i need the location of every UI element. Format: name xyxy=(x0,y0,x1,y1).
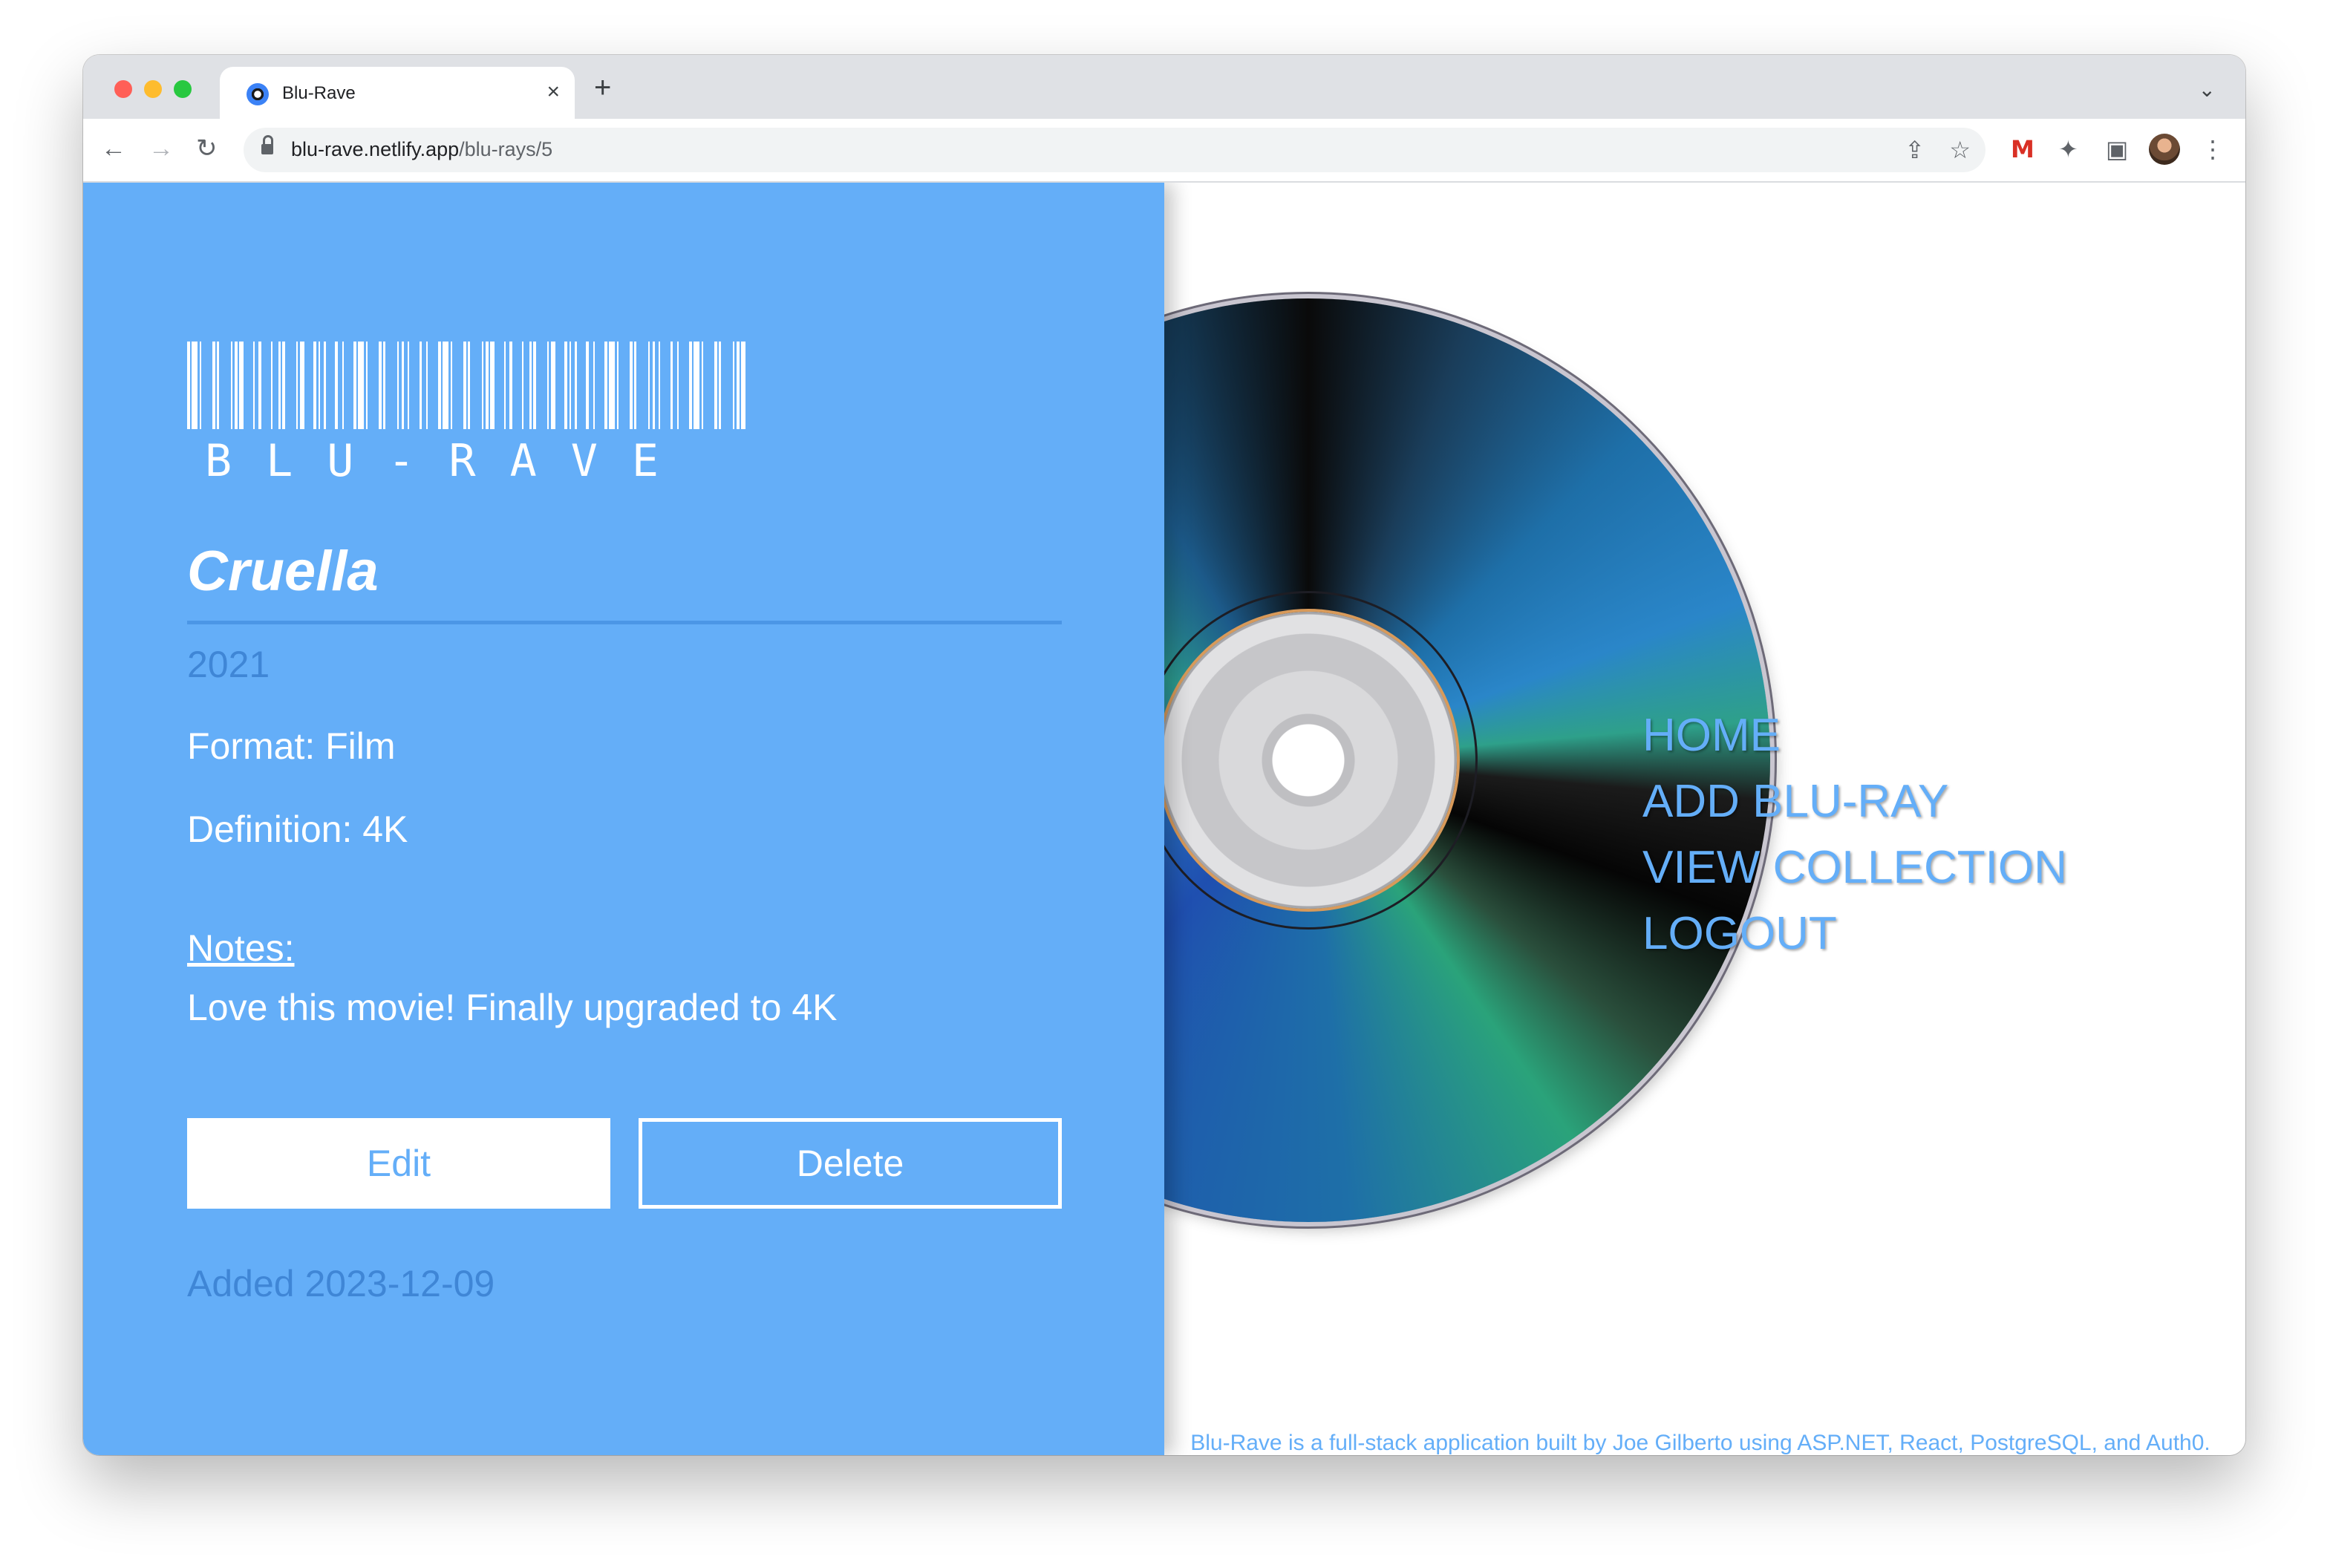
back-arrow-icon[interactable]: ← xyxy=(101,134,126,163)
page-viewport: BLU-RAVE Cruella 2021 Format: Film Defin… xyxy=(83,183,2245,1455)
url-domain: blu-rave.netlify.app xyxy=(291,138,460,160)
address-bar[interactable]: blu-rave.netlify.app/blu-rays/5 ⇪ ☆ xyxy=(244,128,1986,172)
close-window-button[interactable] xyxy=(114,80,132,98)
zoom-window-button[interactable] xyxy=(174,80,192,98)
side-panel-icon[interactable]: ▣ xyxy=(2106,135,2128,163)
reload-icon[interactable]: ↻ xyxy=(196,134,218,163)
browser-toolbar: ← → ↻ blu-rave.netlify.app/blu-rays/5 ⇪ … xyxy=(83,119,2245,183)
added-date: Added 2023-12-09 xyxy=(187,1263,495,1304)
blu-ray-detail-panel: BLU-RAVE Cruella 2021 Format: Film Defin… xyxy=(83,183,1164,1455)
disc-hub xyxy=(1160,612,1457,909)
movie-title: Cruella xyxy=(187,540,379,603)
share-icon[interactable]: ⇪ xyxy=(1905,137,1925,163)
lock-icon[interactable] xyxy=(261,135,273,156)
logo-text: BLU-RAVE xyxy=(205,435,693,487)
minimize-window-button[interactable] xyxy=(144,80,162,98)
footer-credits: Blu-Rave is a full-stack application bui… xyxy=(1190,1431,2210,1455)
tab-title: Blu-Rave xyxy=(282,83,356,103)
url-path: /blu-rays/5 xyxy=(459,138,553,160)
tab-blu-rave[interactable]: Blu-Rave × xyxy=(220,67,575,119)
forward-arrow-icon[interactable]: → xyxy=(149,134,174,163)
disc-favicon-icon xyxy=(247,83,269,105)
bookmark-star-icon[interactable]: ☆ xyxy=(1949,137,1971,163)
profile-avatar[interactable] xyxy=(2149,134,2180,165)
blu-rave-logo: BLU-RAVE xyxy=(187,342,754,487)
nav-home[interactable]: HOME xyxy=(1642,702,2067,768)
new-tab-button[interactable]: + xyxy=(594,73,611,102)
nav-add-blu-ray[interactable]: ADD BLU-RAY xyxy=(1642,768,2067,834)
movie-definition: Definition: 4K xyxy=(187,808,408,850)
gmail-extension-icon[interactable]: M xyxy=(2011,135,2035,163)
nav-view-collection[interactable]: VIEW COLLECTION xyxy=(1642,834,2067,901)
delete-button[interactable]: Delete xyxy=(639,1118,1062,1209)
notes-label: Notes: xyxy=(187,927,295,969)
tab-close-icon[interactable]: × xyxy=(546,79,560,105)
edit-button[interactable]: Edit xyxy=(187,1118,610,1209)
movie-year: 2021 xyxy=(187,644,270,685)
title-divider xyxy=(187,621,1062,624)
barcode-logo-icon xyxy=(187,342,745,429)
tab-strip: Blu-Rave × + ⌄ xyxy=(83,55,2245,119)
notes-text: Love this movie! Finally upgraded to 4K xyxy=(187,987,838,1028)
url-text[interactable]: blu-rave.netlify.app/blu-rays/5 xyxy=(291,138,552,161)
extensions-puzzle-icon[interactable]: ✦ xyxy=(2058,135,2078,163)
nav-logout[interactable]: LOGOUT xyxy=(1642,901,2067,967)
browser-window: Blu-Rave × + ⌄ ← → ↻ blu-rave.netlify.ap… xyxy=(83,55,2245,1455)
movie-format: Format: Film xyxy=(187,725,396,767)
main-nav: HOME ADD BLU-RAY VIEW COLLECTION LOGOUT xyxy=(1642,702,2067,967)
kebab-menu-icon[interactable]: ⋮ xyxy=(2201,135,2225,163)
tab-search-icon[interactable]: ⌄ xyxy=(2199,77,2216,102)
